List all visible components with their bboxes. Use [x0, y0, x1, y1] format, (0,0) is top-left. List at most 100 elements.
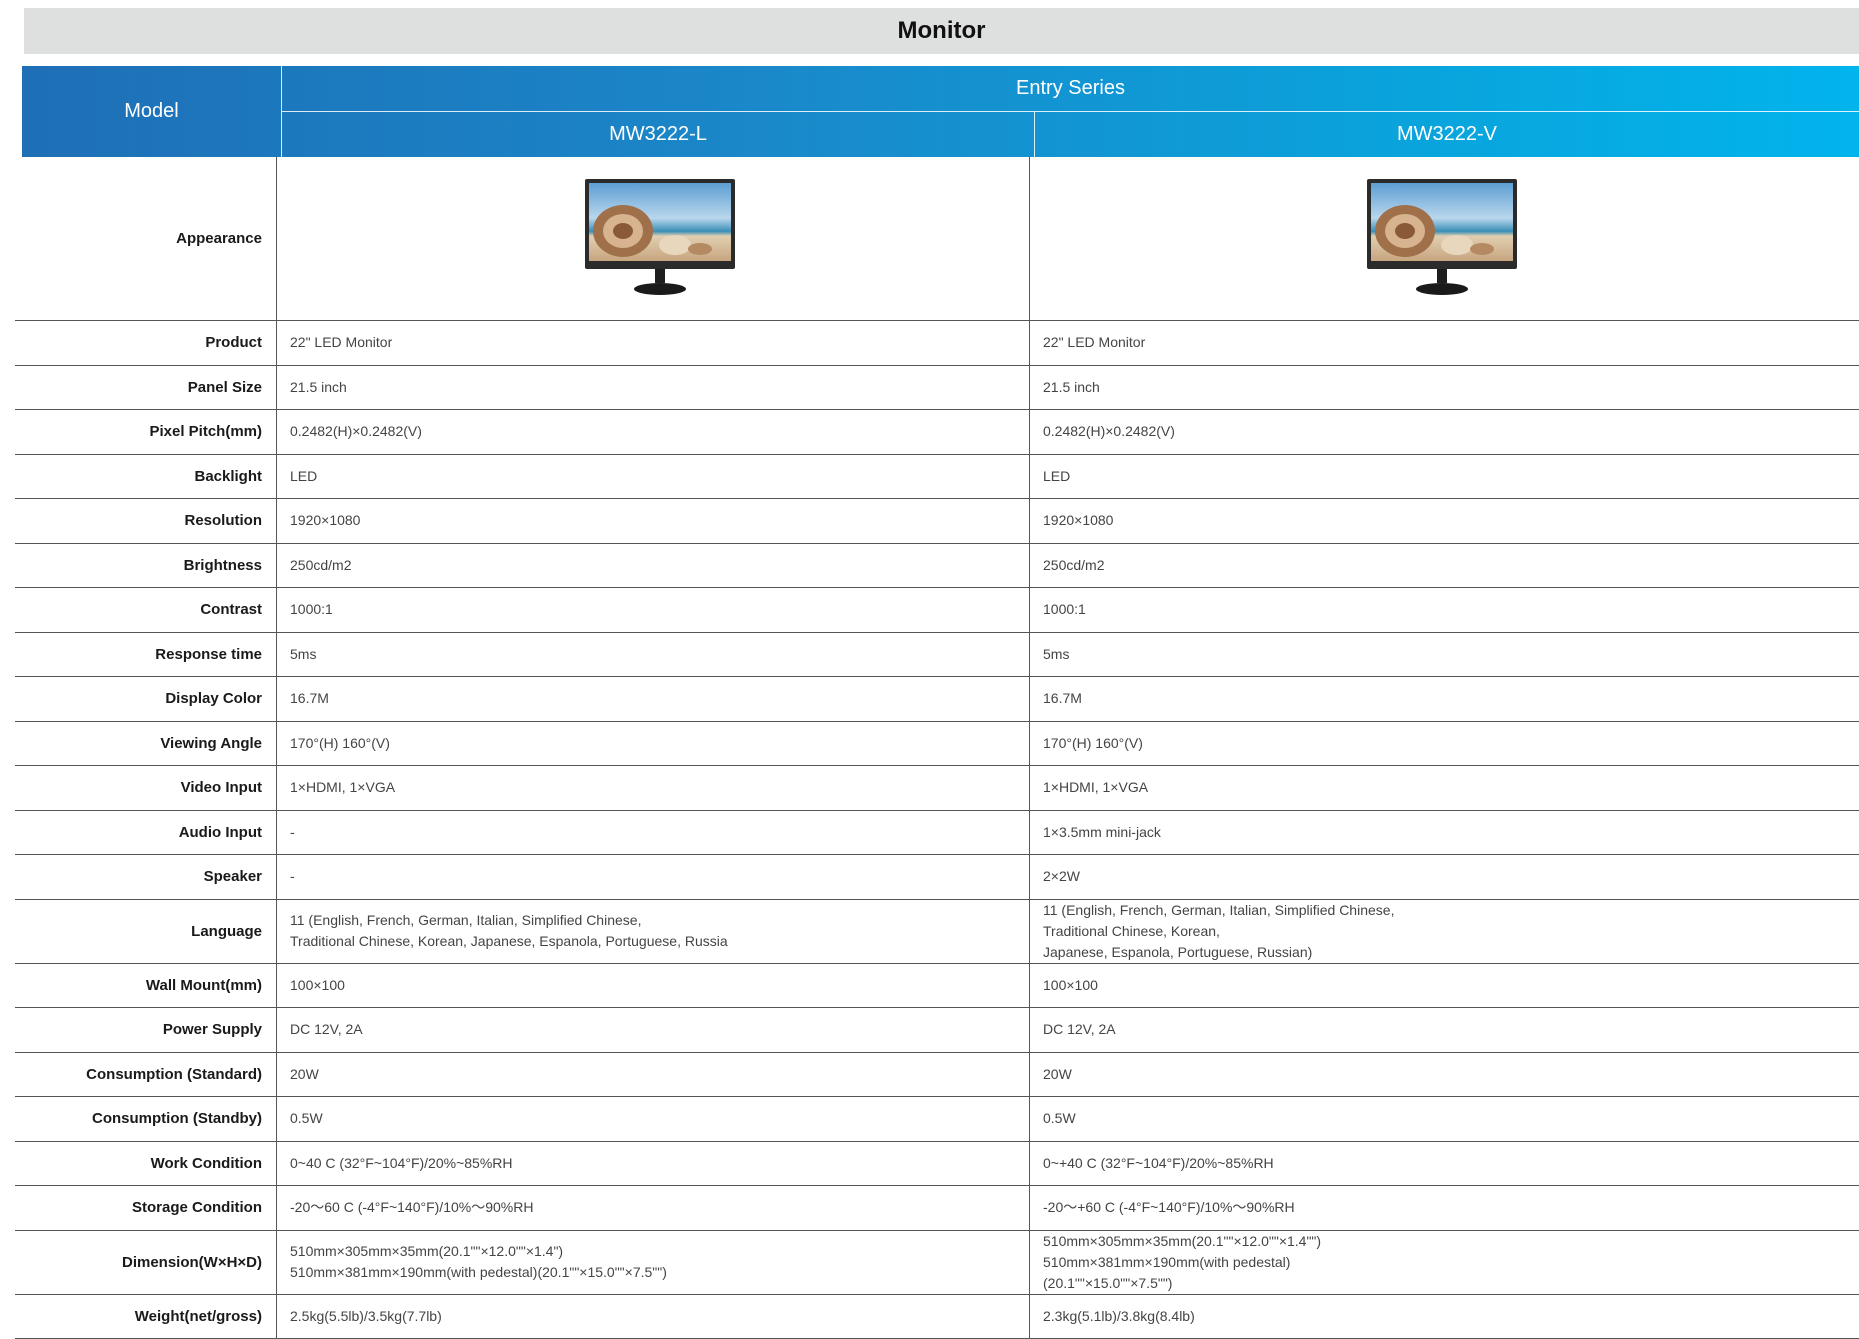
table-row: Audio Input-1×3.5mm mini-jack — [15, 810, 1859, 855]
value-cell-model-2: 2×2W — [1030, 855, 1859, 900]
value-text: 250cd/m2 — [290, 555, 1029, 576]
value-cell-model-1: -20～60 C (-4°F~140°F)/10%～90%RH — [277, 1186, 1030, 1231]
table-row: Contrast 1000:1 1000:1 — [15, 588, 1859, 633]
value-cell-model-1: 1920×1080 — [277, 499, 1030, 544]
value-text: 11 (English, French, German, Italian, Si… — [1043, 900, 1859, 921]
row-label: Pixel Pitch(mm) — [15, 410, 277, 455]
value-text: 100×100 — [1043, 975, 1859, 996]
value-cell-model-1: 16.7M — [277, 677, 1030, 722]
value-text: 0.2482(H)×0.2482(V) — [290, 421, 1029, 442]
value-text: 1920×1080 — [290, 510, 1029, 531]
value-text: Traditional Chinese, Korean, — [1043, 921, 1859, 942]
value-cell-model-1: 510mm×305mm×35mm(20.1""×12.0""×1.4")510m… — [277, 1230, 1030, 1294]
value-cell-model-2: 5ms — [1030, 632, 1859, 677]
value-cell-model-1: 21.5 inch — [277, 365, 1030, 410]
value-text: 22" LED Monitor — [1043, 332, 1859, 353]
value-text: LED — [1043, 466, 1859, 487]
value-cell-model-2: 2.3kg(5.1lb)/3.8kg(8.4lb) — [1030, 1294, 1859, 1339]
value-cell-model-1: 250cd/m2 — [277, 543, 1030, 588]
header-model-name: MW3222-L — [282, 112, 1034, 157]
value-text: (20.1""×15.0""×7.5"") — [1043, 1273, 1859, 1294]
row-label: Storage Condition — [15, 1186, 277, 1231]
table-header: Model Entry Series MW3222-L MW3222-V — [22, 66, 1859, 157]
value-cell-model-2: 20W — [1030, 1052, 1859, 1097]
value-cell-model-1: 20W — [277, 1052, 1030, 1097]
row-label: Work Condition — [15, 1141, 277, 1186]
value-cell-model-1: 0~40 C (32°F~104°F)/20%~85%RH — [277, 1141, 1030, 1186]
table-row: Display Color16.7M16.7M — [15, 677, 1859, 722]
row-label: Dimension(W×H×D) — [15, 1230, 277, 1294]
row-label: Weight(net/gross) — [15, 1294, 277, 1339]
value-text: 16.7M — [1043, 688, 1859, 709]
value-cell-model-1: - — [277, 810, 1030, 855]
row-label: Display Color — [15, 677, 277, 722]
value-text: 510mm×305mm×35mm(20.1""×12.0""×1.4"") — [1043, 1231, 1859, 1252]
row-label: Response time — [15, 632, 277, 677]
value-text: 1×3.5mm mini-jack — [1043, 822, 1859, 843]
table-row: Consumption (Standby)0.5W0.5W — [15, 1097, 1859, 1142]
value-text: 5ms — [1043, 644, 1859, 665]
value-text: 510mm×381mm×190mm(with pedestal)(20.1""×… — [290, 1262, 1029, 1283]
value-cell-model-2: 16.7M — [1030, 677, 1859, 722]
monitor-image — [585, 179, 735, 299]
value-text: - — [290, 866, 1029, 887]
value-cell-model-1: 11 (English, French, German, Italian, Si… — [277, 899, 1030, 963]
value-text: 510mm×381mm×190mm(with pedestal) — [1043, 1252, 1859, 1273]
table-row: Response time5ms5ms — [15, 632, 1859, 677]
page-title-bar: Monitor — [24, 8, 1859, 54]
value-cell-model-1: 0.5W — [277, 1097, 1030, 1142]
value-cell-model-2: 21.5 inch — [1030, 365, 1859, 410]
value-cell-model-1: DC 12V, 2A — [277, 1008, 1030, 1053]
value-cell-model-2: 0~+40 C (32°F~104°F)/20%~85%RH — [1030, 1141, 1859, 1186]
value-cell-model-1: LED — [277, 454, 1030, 499]
table-row-appearance: Appearance — [15, 157, 1859, 321]
table-row: Pixel Pitch(mm) 0.2482(H)×0.2482(V)0.2482… — [15, 410, 1859, 455]
table-row: Power Supply DC 12V, 2ADC 12V, 2A — [15, 1008, 1859, 1053]
value-text: 250cd/m2 — [1043, 555, 1859, 576]
value-cell-model-2: 0.5W — [1030, 1097, 1859, 1142]
value-cell-model-1: 100×100 — [277, 963, 1030, 1008]
value-cell-model-1: 0.2482(H)×0.2482(V) — [277, 410, 1030, 455]
table-row: Resolution1920×10801920×1080 — [15, 499, 1859, 544]
row-label: Appearance — [15, 157, 277, 321]
appearance-cell — [1030, 157, 1859, 321]
row-label: Power Supply — [15, 1008, 277, 1053]
value-text: 22" LED Monitor — [290, 332, 1029, 353]
row-label: Viewing Angle — [15, 721, 277, 766]
row-label: Speaker — [15, 855, 277, 900]
value-cell-model-2: 1000:1 — [1030, 588, 1859, 633]
value-cell-model-1: 170°(H) 160°(V) — [277, 721, 1030, 766]
value-cell-model-2: 0.2482(H)×0.2482(V) — [1030, 410, 1859, 455]
value-text: 11 (English, French, German, Italian, Si… — [290, 910, 1029, 931]
value-text: 2.5kg(5.5lb)/3.5kg(7.7lb) — [290, 1306, 1029, 1327]
value-text: 1000:1 — [290, 599, 1029, 620]
value-text: 1000:1 — [1043, 599, 1859, 620]
value-text: - — [290, 822, 1029, 843]
value-text: 170°(H) 160°(V) — [290, 733, 1029, 754]
value-text: -20～+60 C (-4°F~140°F)/10%～90%RH — [1043, 1197, 1859, 1218]
row-label: Product — [15, 321, 277, 366]
row-label: Contrast — [15, 588, 277, 633]
value-text: Traditional Chinese, Korean, Japanese, E… — [290, 931, 1029, 952]
table-row: Product 22" LED Monitor 22" LED Monitor — [15, 321, 1859, 366]
value-cell-model-2: 22" LED Monitor — [1030, 321, 1859, 366]
value-text: 1×HDMI, 1×VGA — [1043, 777, 1859, 798]
row-label: Consumption (Standard) — [15, 1052, 277, 1097]
table-row: Video Input1×HDMI, 1×VGA1×HDMI, 1×VGA — [15, 766, 1859, 811]
value-cell-model-2: 510mm×305mm×35mm(20.1""×12.0""×1.4"")510… — [1030, 1230, 1859, 1294]
row-label: Panel Size — [15, 365, 277, 410]
table-row: Consumption (Standard)20W20W — [15, 1052, 1859, 1097]
value-cell-model-2: LED — [1030, 454, 1859, 499]
value-text: 0~40 C (32°F~104°F)/20%~85%RH — [290, 1153, 1029, 1174]
value-cell-model-2: 170°(H) 160°(V) — [1030, 721, 1859, 766]
row-label: Audio Input — [15, 810, 277, 855]
value-text: 2.3kg(5.1lb)/3.8kg(8.4lb) — [1043, 1306, 1859, 1327]
value-text: 100×100 — [290, 975, 1029, 996]
table-row: Viewing Angle 170°(H) 160°(V)170°(H) 160°… — [15, 721, 1859, 766]
value-text: 510mm×305mm×35mm(20.1""×12.0""×1.4") — [290, 1241, 1029, 1262]
value-cell-model-2: DC 12V, 2A — [1030, 1008, 1859, 1053]
header-model-label: Model — [22, 66, 281, 157]
value-cell-model-1: 1×HDMI, 1×VGA — [277, 766, 1030, 811]
value-text: DC 12V, 2A — [290, 1019, 1029, 1040]
value-cell-model-2: -20～+60 C (-4°F~140°F)/10%～90%RH — [1030, 1186, 1859, 1231]
